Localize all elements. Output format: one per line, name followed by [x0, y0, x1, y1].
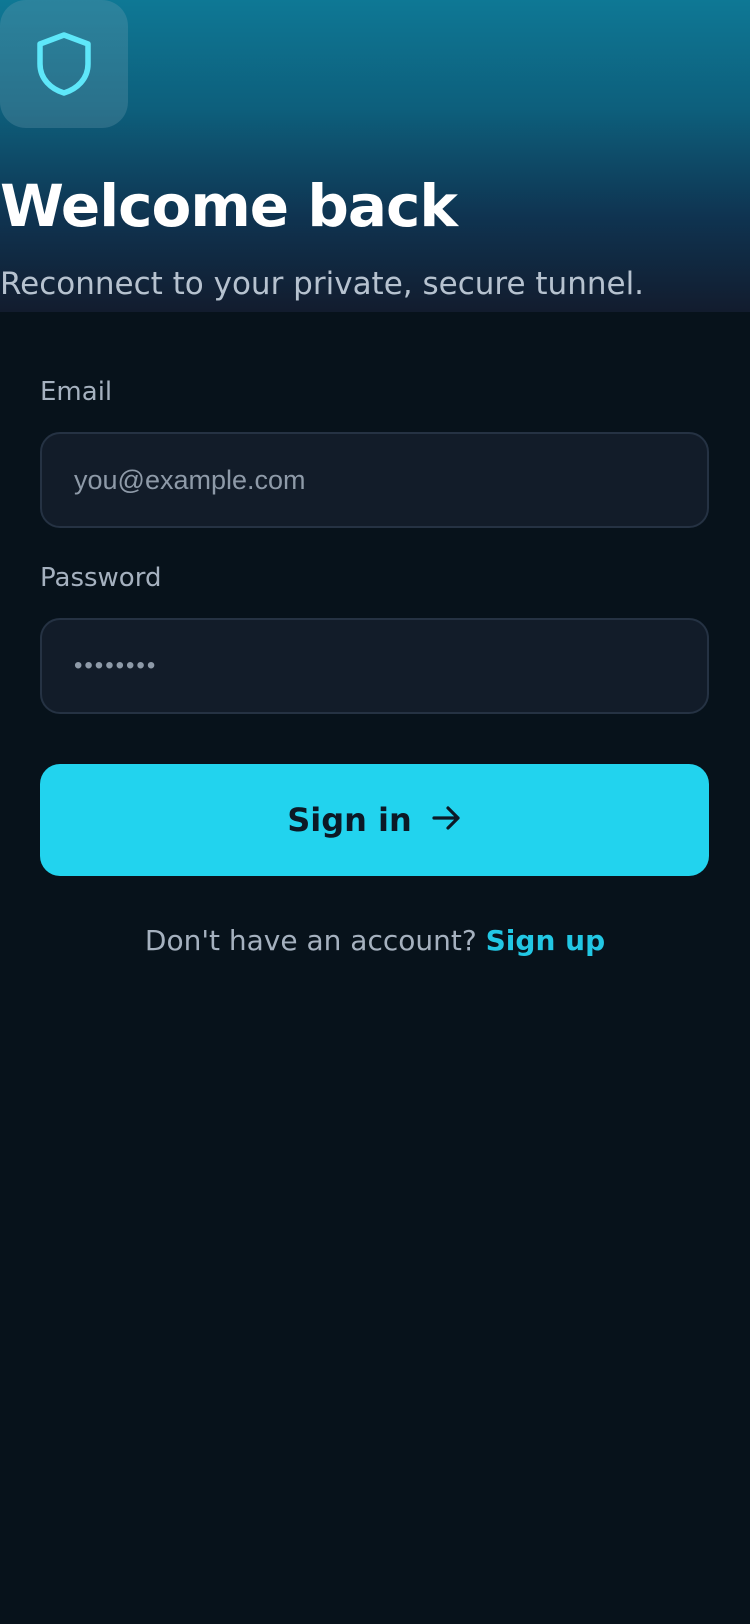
sign-in-button[interactable]: Sign in — [40, 764, 709, 876]
arrow-right-icon — [432, 805, 462, 835]
app-logo — [0, 0, 128, 128]
signup-prompt-row: Don't have an account? Sign up — [0, 924, 750, 957]
signup-prompt: Don't have an account? — [144, 924, 477, 957]
email-label: Email — [40, 377, 113, 407]
password-label: Password — [40, 563, 162, 593]
sign-in-label: Sign in — [287, 801, 412, 839]
header-hero: Welcome back Reconnect to your private, … — [0, 0, 750, 312]
password-field[interactable] — [40, 618, 709, 714]
sign-up-link[interactable]: Sign up — [486, 924, 605, 957]
page-title: Welcome back — [0, 172, 458, 240]
email-field[interactable] — [40, 432, 709, 528]
page-subtitle: Reconnect to your private, secure tunnel… — [0, 266, 645, 302]
shield-icon — [35, 31, 93, 97]
